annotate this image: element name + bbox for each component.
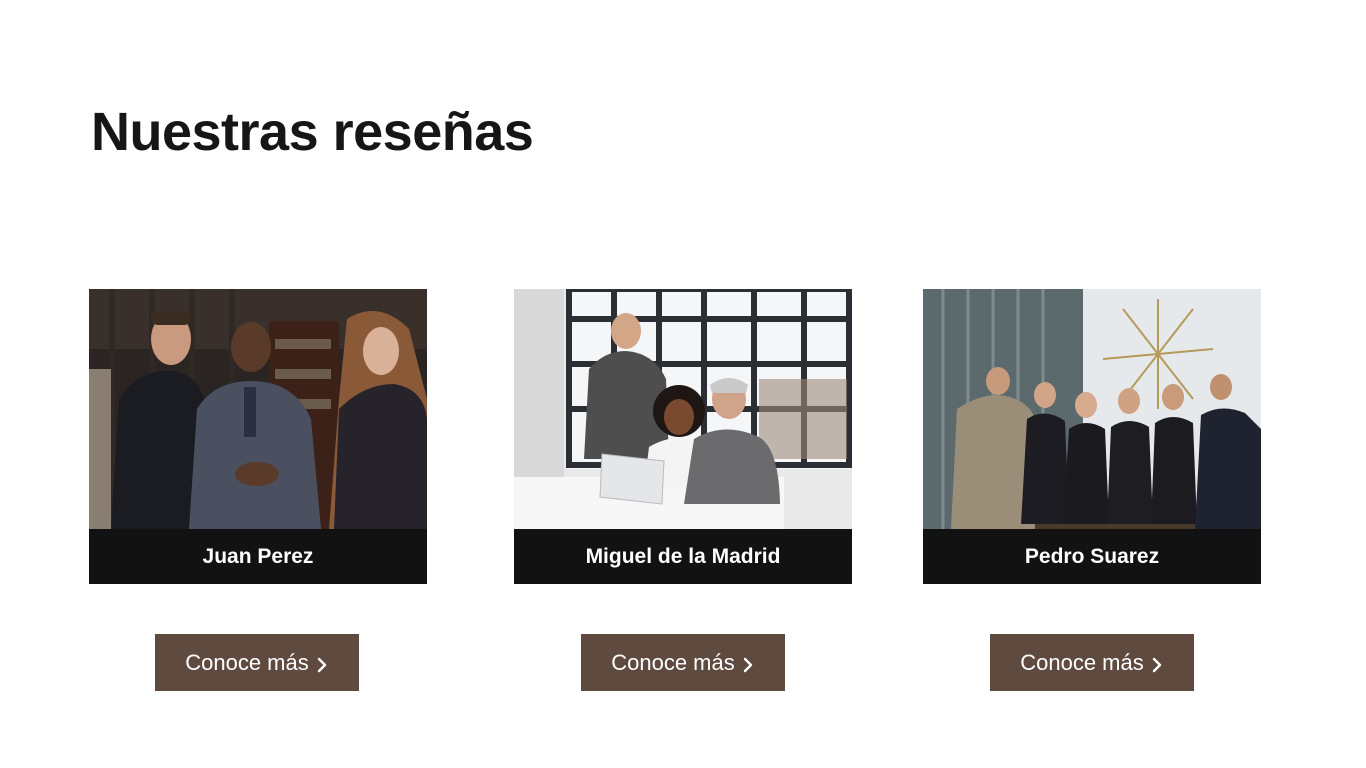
learn-more-label: Conoce más (611, 649, 735, 675)
reviews-page: Nuestras reseñas Juan Perez Miguel de la… (0, 0, 1366, 768)
chevron-right-icon (315, 654, 329, 672)
review-photo (514, 289, 852, 529)
section-title: Nuestras reseñas (91, 102, 534, 162)
learn-more-button[interactable]: Conoce más (155, 634, 359, 691)
learn-more-button[interactable]: Conoce más (581, 634, 785, 691)
review-photo (923, 289, 1261, 529)
name-bar: Pedro Suarez (923, 529, 1261, 584)
name-bar: Juan Perez (89, 529, 427, 584)
reviewer-name: Pedro Suarez (1024, 544, 1160, 568)
learn-more-label: Conoce más (185, 649, 309, 675)
review-photo (89, 289, 427, 529)
name-bar: Miguel de la Madrid (514, 529, 852, 584)
review-card: Juan Perez (89, 289, 427, 584)
learn-more-button[interactable]: Conoce más (990, 634, 1194, 691)
review-card: Miguel de la Madrid (514, 289, 852, 584)
review-card: Pedro Suarez (923, 289, 1261, 584)
reviewer-name: Miguel de la Madrid (585, 544, 781, 568)
chevron-right-icon (1150, 654, 1164, 672)
chevron-right-icon (741, 654, 755, 672)
learn-more-label: Conoce más (1020, 649, 1144, 675)
reviewer-name: Juan Perez (202, 544, 314, 568)
